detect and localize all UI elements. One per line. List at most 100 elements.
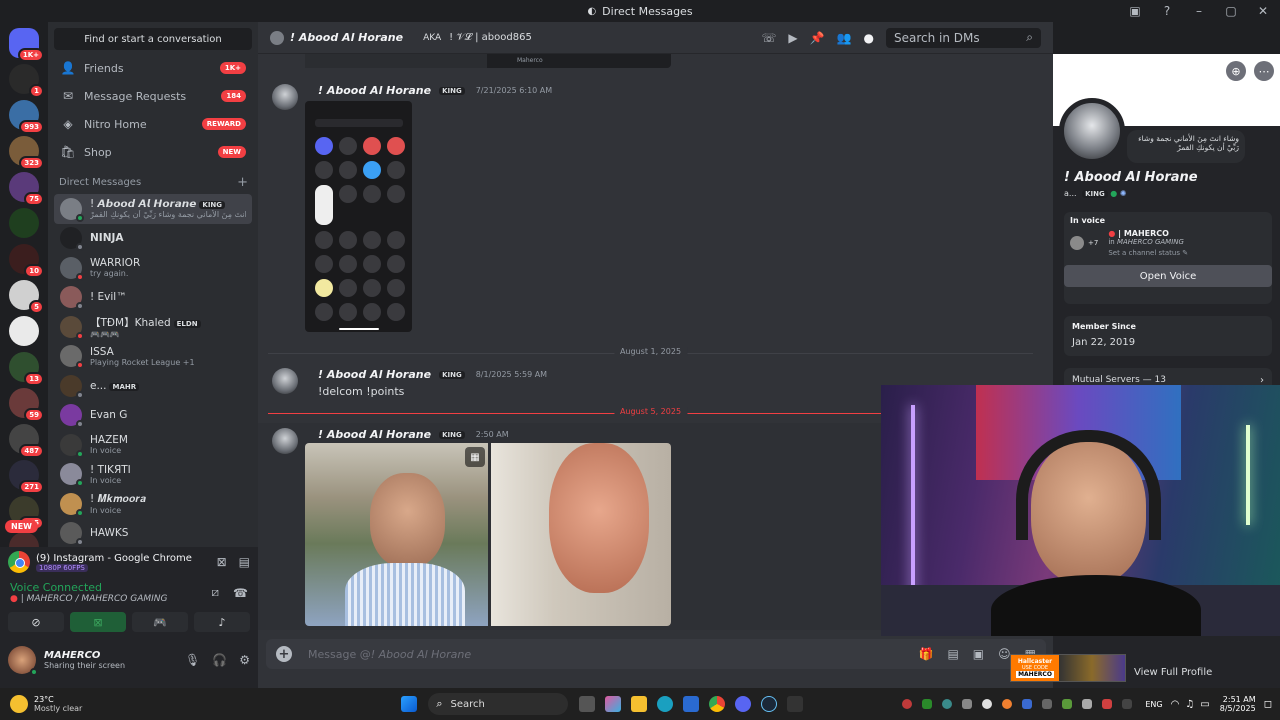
bluetooth-icon[interactable] — [1022, 699, 1033, 709]
taskbar-search[interactable]: ⌕ Search — [428, 693, 569, 715]
edge-icon[interactable] — [657, 696, 674, 712]
emoji-icon[interactable]: ☺ — [998, 647, 1011, 661]
message-author[interactable]: ! Abood Al Horane — [318, 84, 431, 97]
activity-button[interactable]: 🎮 — [132, 612, 188, 632]
video-call-icon[interactable]: ▶ — [788, 31, 797, 45]
tray-icon[interactable] — [1042, 699, 1053, 709]
epic-icon[interactable] — [787, 696, 804, 712]
avatar[interactable] — [8, 646, 38, 676]
dm-item[interactable]: 【TĐM】Khaled ELDN 🎮🎮🎮 — [54, 312, 252, 342]
tray-icon[interactable] — [982, 699, 993, 709]
gif-icon[interactable]: ▤ — [947, 647, 958, 661]
add-dm-icon[interactable]: + — [237, 175, 248, 190]
search-input[interactable]: Search in DMs ⌕ — [886, 27, 1041, 48]
tray-icon[interactable] — [1102, 699, 1113, 709]
server-icon[interactable]: 59 — [9, 388, 44, 422]
dm-item[interactable]: ! Evil™ — [54, 283, 252, 313]
wifi-icon[interactable]: ◠ — [1171, 699, 1180, 710]
server-icon[interactable]: 993 — [9, 100, 44, 134]
profile-avatar[interactable] — [1059, 98, 1125, 164]
server-icon[interactable]: 5 — [9, 280, 44, 314]
dm-item[interactable]: HAWKS — [54, 519, 252, 548]
gallery-icon[interactable]: ▦ — [465, 447, 485, 467]
tray-icon[interactable] — [902, 699, 913, 709]
stream-settings-icon[interactable]: ▤ — [239, 555, 250, 569]
discord-taskbar-icon[interactable] — [735, 696, 752, 712]
tray-icon[interactable] — [922, 699, 933, 709]
clock[interactable]: 2:51 AM 8/5/2025 — [1220, 695, 1256, 713]
add-friends-icon[interactable]: 👥 — [837, 31, 852, 45]
server-icon[interactable]: 271 — [9, 460, 44, 494]
dm-item[interactable]: WARRIOR try again. — [54, 253, 252, 283]
edit-icon[interactable]: ✎ — [1182, 249, 1188, 257]
upload-icon[interactable]: + — [276, 646, 292, 662]
nav-shop[interactable]: 🛍 Shop NEW — [54, 139, 252, 165]
steam-icon[interactable] — [761, 696, 778, 712]
server-icon[interactable]: 487 — [9, 424, 44, 458]
dm-item[interactable]: ISSA Playing Rocket League +1 — [54, 342, 252, 372]
tray-icon[interactable] — [1082, 699, 1093, 709]
dm-item[interactable]: NINJA — [54, 224, 252, 254]
more-icon[interactable]: ⋯ — [1254, 61, 1274, 81]
store-icon[interactable] — [683, 696, 700, 712]
tray-icon[interactable] — [1062, 699, 1073, 709]
task-view-icon[interactable] — [579, 696, 596, 712]
server-icon[interactable] — [9, 316, 39, 346]
channel-status[interactable]: Set a channel status — [1108, 249, 1180, 257]
server-icon[interactable] — [9, 208, 39, 238]
nav-friends[interactable]: 👤 Friends 1K+ — [54, 55, 252, 81]
view-full-profile-link[interactable]: View Full Profile — [1134, 667, 1212, 678]
gift-icon[interactable]: 🎁 — [919, 647, 934, 661]
message-composer[interactable]: + Message @! Abood Al Horane 🎁 ▤ ▣ ☺ ▦ — [266, 639, 1046, 669]
open-voice-button[interactable]: Open Voice — [1064, 265, 1272, 287]
sticker-icon[interactable]: ▣ — [973, 647, 984, 661]
weather-widget[interactable]: 23°C Mostly clear — [10, 695, 82, 713]
camera-off-button[interactable]: ⊘ — [8, 612, 64, 632]
chrome-taskbar-icon[interactable] — [709, 696, 726, 712]
volume-icon[interactable]: ♫ — [1185, 699, 1194, 710]
tray-icon[interactable] — [942, 699, 953, 709]
server-icon[interactable]: 13 — [9, 352, 44, 386]
message-author[interactable]: ! Abood Al Horane — [318, 428, 431, 441]
stop-stream-icon[interactable]: ⊠ — [217, 555, 227, 569]
dm-item[interactable]: ! 𝘼𝙗𝙤𝙤𝙙 𝘼𝙡 𝙃𝙤𝙧𝙖𝙣𝙚KINGوشاء انتَ مِنَ الأم… — [54, 194, 252, 224]
nav-nitro-home[interactable]: ◈ Nitro Home REWARD — [54, 111, 252, 137]
close-button[interactable]: ✕ — [1254, 2, 1272, 20]
tray-icon[interactable] — [962, 699, 973, 709]
message-avatar[interactable] — [272, 84, 298, 110]
tray-icon[interactable] — [1122, 699, 1133, 709]
headphones-icon[interactable]: 🎧 — [212, 653, 227, 667]
server-icon[interactable]: 1 — [9, 64, 44, 98]
battery-icon[interactable]: ▭ — [1200, 699, 1209, 710]
message-avatar[interactable] — [272, 368, 298, 394]
settings-icon[interactable]: ⚙ — [239, 653, 250, 667]
voice-call-icon[interactable]: ☏ — [761, 31, 776, 45]
add-friend-icon[interactable]: ⊕ — [1226, 61, 1246, 81]
find-conversation-button[interactable]: Find or start a conversation — [54, 28, 252, 50]
home-button[interactable]: 1K+ — [9, 28, 44, 62]
help-icon[interactable]: ? — [1158, 2, 1176, 20]
notifications-icon[interactable]: ◻ — [1264, 699, 1272, 710]
nav-message-requests[interactable]: ✉ Message Requests 184 — [54, 83, 252, 109]
new-badge[interactable]: NEW — [5, 520, 38, 533]
noise-suppression-icon[interactable]: ⧄ — [211, 585, 219, 600]
copilot-icon[interactable] — [605, 696, 622, 712]
mic-icon[interactable]: 🎙 — [185, 653, 200, 667]
soundboard-button[interactable]: ♪ — [194, 612, 250, 632]
dm-item[interactable]: ! TIKЯTI In voice — [54, 460, 252, 490]
dm-item[interactable]: e... MAHR — [54, 371, 252, 401]
pin-icon[interactable]: 📌 — [810, 31, 825, 45]
message-avatar[interactable] — [272, 428, 298, 454]
language-indicator[interactable]: ENG — [1145, 700, 1162, 709]
tray-icon[interactable] — [1002, 699, 1013, 709]
phone-screenshot-attachment[interactable] — [305, 101, 412, 332]
message-author[interactable]: ! Abood Al Horane — [318, 368, 431, 381]
dm-item[interactable]: Evan G — [54, 401, 252, 431]
server-icon[interactable]: 10 — [9, 244, 44, 278]
user-profile-icon[interactable]: ● — [864, 31, 874, 45]
voice-status[interactable]: Voice Connected — [10, 581, 168, 594]
inbox-icon[interactable]: ▣ — [1126, 2, 1144, 20]
dm-item[interactable]: ! 𝑴𝒌𝒎𝒐𝒐𝒓𝒂 In voice — [54, 489, 252, 519]
dm-item[interactable]: HAZEM In voice — [54, 430, 252, 460]
file-explorer-icon[interactable] — [631, 696, 648, 712]
